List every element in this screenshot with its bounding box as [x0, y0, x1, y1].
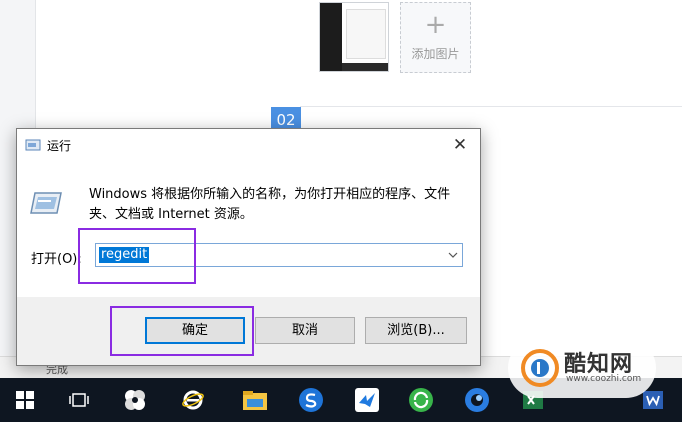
- add-image-label: 添加图片: [411, 47, 460, 61]
- coozhi-logo-icon: [521, 349, 559, 387]
- input-highlight-box: [78, 228, 196, 284]
- dialog-titlebar[interactable]: 运行 ✕: [17, 129, 480, 161]
- run-title-icon: [25, 139, 41, 151]
- thumbnail-dark-area: [320, 3, 342, 71]
- close-icon[interactable]: ✕: [440, 129, 480, 161]
- thumbnail-taskbar-area: [342, 63, 388, 71]
- add-image-button[interactable]: + 添加图片: [400, 2, 471, 73]
- cancel-button[interactable]: 取消: [255, 317, 355, 344]
- feishu-bird-icon[interactable]: [350, 384, 384, 416]
- pinwheel-app-icon[interactable]: [118, 384, 152, 416]
- chevron-down-icon[interactable]: [446, 247, 460, 263]
- run-program-icon: [30, 192, 62, 214]
- site-watermark: 酷知网 www.coozhi.com: [508, 338, 656, 398]
- section-divider: [300, 106, 682, 107]
- windows-start-icon[interactable]: [8, 384, 42, 416]
- run-description: Windows 将根据你所输入的名称，为你打开相应的程序、文件夹、文档或 Int…: [89, 187, 451, 222]
- file-explorer-icon[interactable]: [238, 384, 272, 416]
- thumbnail-window-area: [346, 9, 386, 59]
- plus-icon: +: [424, 10, 447, 40]
- watermark-url: www.coozhi.com: [566, 374, 642, 384]
- browse-button[interactable]: 浏览(B)...: [365, 317, 467, 344]
- dialog-title: 运行: [47, 139, 72, 153]
- task-view-icon[interactable]: [62, 384, 96, 416]
- ok-highlight-box: [110, 306, 254, 356]
- open-label: 打开(O):: [31, 252, 82, 267]
- green-refresh-app-icon[interactable]: [404, 384, 438, 416]
- blue-circle-app-icon[interactable]: [460, 384, 494, 416]
- sogou-browser-icon[interactable]: [294, 384, 328, 416]
- internet-explorer-icon[interactable]: [176, 384, 210, 416]
- uploaded-image-thumbnail[interactable]: [319, 2, 389, 72]
